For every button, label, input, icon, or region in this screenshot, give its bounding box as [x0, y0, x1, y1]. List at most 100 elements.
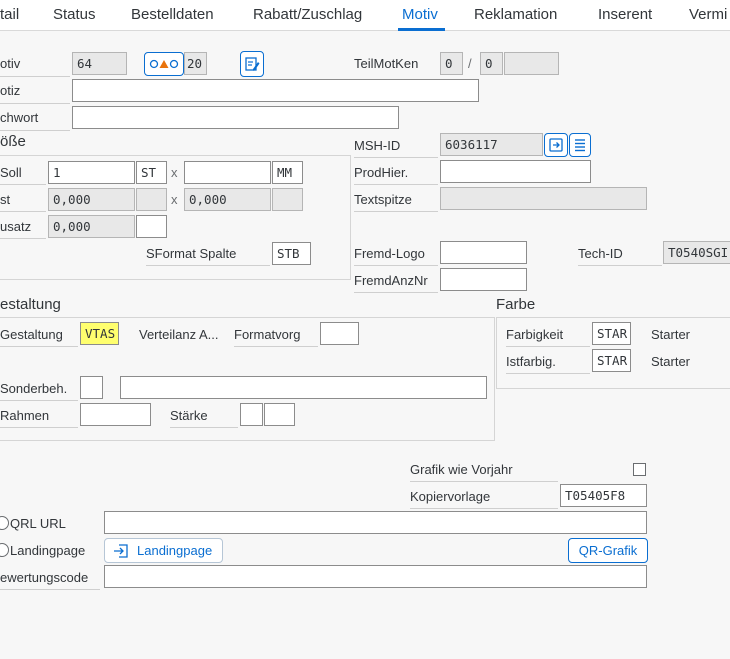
fremd-logo-field[interactable]: [440, 241, 527, 264]
tab-bestelldaten[interactable]: Bestelldaten: [131, 6, 214, 23]
shape-count-field[interactable]: 20: [184, 52, 207, 75]
groesse-title: öße: [0, 133, 26, 150]
tab-vermittler[interactable]: Vermi: [689, 6, 727, 23]
staerke-label: Stärke: [170, 408, 208, 423]
landingpage-radio[interactable]: [0, 543, 9, 557]
landingpage-button-label: Landingpage: [137, 543, 213, 558]
kopiervorlage-field[interactable]: T05405F8: [560, 484, 647, 507]
farbigkeit-field[interactable]: STAR: [592, 322, 631, 345]
teilmotken-field-2[interactable]: 0: [480, 52, 503, 75]
edit-note-button[interactable]: [240, 51, 264, 77]
label-underline: [354, 184, 438, 185]
stichwort-field[interactable]: [72, 106, 399, 129]
landingpage-label: Landingpage: [10, 543, 86, 558]
msh-id-label: MSH-ID: [354, 138, 401, 153]
farbe-title: Farbe: [496, 296, 536, 313]
landingpage-icon: [114, 543, 128, 558]
label-underline: [0, 427, 78, 428]
label-underline: [506, 373, 590, 374]
soll-times: x: [171, 165, 178, 180]
tab-motiv[interactable]: Motiv: [402, 6, 438, 23]
sformat-spalte-label: SFormat Spalte: [146, 246, 237, 261]
label-underline: [170, 427, 238, 428]
label-underline: [0, 103, 70, 104]
qr-grafik-button[interactable]: QR-Grafik: [568, 538, 648, 563]
bewertungscode-field[interactable]: [104, 565, 647, 588]
tab-rabatt-zuschlag[interactable]: Rabatt/Zuschlag: [253, 6, 362, 23]
rahmen-label: Rahmen: [0, 408, 50, 423]
teilmotken-label: TeilMotKen: [354, 56, 419, 71]
msh-id-field[interactable]: 6036117: [440, 133, 543, 156]
istfarbig-text: Starter: [651, 354, 691, 369]
ist-unit2-field[interactable]: [272, 188, 303, 211]
teilmotken-separator: /: [468, 56, 472, 71]
label-underline: [410, 508, 558, 509]
list-button[interactable]: [569, 133, 591, 157]
label-underline: [0, 400, 78, 401]
landingpage-button[interactable]: Landingpage: [104, 538, 223, 563]
qr-grafik-button-label: QR-Grafik: [578, 543, 638, 558]
soll-unit-field[interactable]: ST: [136, 161, 167, 184]
staerke-field-1[interactable]: [240, 403, 263, 426]
textspitze-field[interactable]: [440, 187, 647, 210]
ist-value-field[interactable]: 0,000: [48, 188, 135, 211]
fremdanznr-field[interactable]: [440, 268, 527, 291]
teilmotken-field-3[interactable]: [504, 52, 559, 75]
soll-unit2-field[interactable]: MM: [272, 161, 303, 184]
tab-detail[interactable]: tail: [0, 6, 19, 23]
gestaltung-label: Gestaltung: [0, 327, 63, 342]
gestaltung-field[interactable]: VTAS: [80, 322, 119, 345]
label-underline: [0, 238, 46, 239]
motiv-field[interactable]: 64: [72, 52, 127, 75]
zusatz-unit-field[interactable]: [136, 215, 167, 238]
soll-label: Soll: [0, 165, 22, 180]
sformat-spalte-field[interactable]: STB: [272, 242, 311, 265]
soll-value-field[interactable]: 1: [48, 161, 135, 184]
active-tab-indicator: [398, 28, 445, 31]
sonderbeh-field-1[interactable]: [80, 376, 103, 399]
sonderbeh-field-2[interactable]: [120, 376, 487, 399]
zusatz-value-field[interactable]: 0,000: [48, 215, 135, 238]
tab-inserent[interactable]: Inserent: [598, 6, 652, 23]
formatvorg-label: Formatvorg: [234, 327, 301, 342]
label-underline: [146, 265, 270, 266]
ist-value2-field[interactable]: 0,000: [184, 188, 271, 211]
textspitze-label: Textspitze: [354, 192, 412, 207]
zusatz-label: usatz: [0, 219, 32, 234]
shapes-icon: [149, 59, 179, 69]
verteilanz-label: Verteilanz A...: [139, 327, 219, 342]
notiz-label: otiz: [0, 83, 21, 98]
grafik-wie-vorjahr-checkbox[interactable]: [633, 463, 646, 476]
grafik-wie-vorjahr-label: Grafik wie Vorjahr: [410, 462, 513, 477]
staerke-field-2[interactable]: [264, 403, 295, 426]
label-underline: [0, 76, 70, 77]
prodhier-label: ProdHier.: [354, 165, 409, 180]
label-underline: [0, 589, 100, 590]
gestaltung-title: estaltung: [0, 296, 61, 313]
tab-bar: tail Status Bestelldaten Rabatt/Zuschlag…: [0, 0, 730, 31]
tab-reklamation[interactable]: Reklamation: [474, 6, 557, 23]
qrl-url-radio[interactable]: [0, 516, 9, 530]
rahmen-field[interactable]: [80, 403, 151, 426]
istfarbig-field[interactable]: STAR: [592, 349, 631, 372]
label-underline: [0, 184, 46, 185]
label-underline: [354, 157, 438, 158]
teilmotken-field-1[interactable]: 0: [440, 52, 463, 75]
stichwort-label: chwort: [0, 110, 39, 125]
label-underline: [354, 265, 438, 266]
qrl-url-field[interactable]: [104, 511, 647, 534]
ist-unit-field[interactable]: [136, 188, 167, 211]
soll-value2-field[interactable]: [184, 161, 271, 184]
list-icon: [575, 139, 585, 152]
tech-id-field[interactable]: T0540SGI: [663, 241, 730, 264]
tab-status[interactable]: Status: [53, 6, 96, 23]
notiz-field[interactable]: [72, 79, 479, 102]
formatvorg-field[interactable]: [320, 322, 359, 345]
open-msh-button[interactable]: [544, 133, 568, 157]
prodhier-field[interactable]: [440, 160, 591, 183]
shapes-button[interactable]: [144, 52, 184, 76]
tech-id-label: Tech-ID: [578, 246, 623, 261]
farbigkeit-label: Farbigkeit: [506, 327, 564, 342]
ist-times: x: [171, 192, 178, 207]
label-underline: [0, 211, 46, 212]
